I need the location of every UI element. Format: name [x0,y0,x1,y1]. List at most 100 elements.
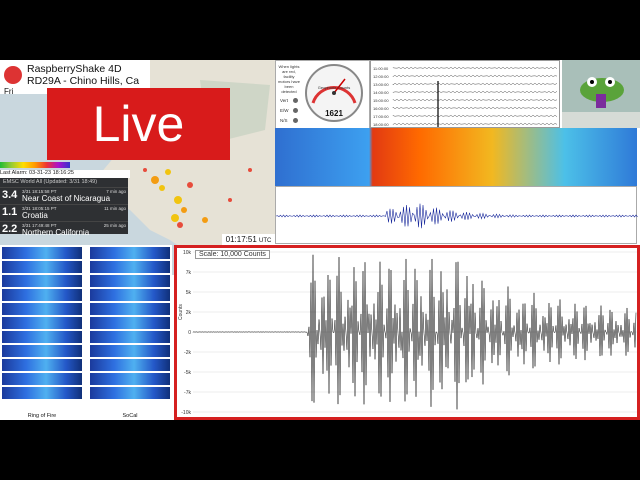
spectrogram-strip [90,331,170,343]
channel-ew-light-icon [293,108,298,113]
spectrogram-strip [2,359,82,371]
station-title: RaspberryShake 4D [27,63,122,75]
ring-of-fire-label: Ring of Fire [27,413,57,419]
quake-item[interactable]: 2.2 3/31 17:49:48 PT Northern California… [0,221,128,238]
spectrogram-strip [90,247,170,259]
helicorder-line [392,90,558,94]
helicorder-time: 14:00:00 [373,90,389,95]
spectrogram-strip [2,317,82,329]
helicorder-time: 12:00:00 [373,74,389,79]
spectrogram-strip [2,289,82,301]
helicorder-time: 16:00:00 [373,106,389,111]
spectrogram-strip [2,331,82,343]
helicorder-time: 11:00:00 [373,66,389,71]
y-tick-label: 10k [183,250,192,256]
spectrogram-panels: Ring of Fire SoCal [0,245,172,420]
clock-zone: UTC [259,238,272,244]
spectrogram-strip [2,275,82,287]
gauge-dial-icon: Geophone Counts 1621 [305,64,363,122]
spectrogram-strip [2,261,82,273]
day-label: Fri [4,87,14,96]
stream-frame: RaspberryShake 4D RD29A - Chino Hills, C… [0,60,640,420]
quake-ago: 25 min ago [103,223,126,228]
quake-list: EMSC World All (Updated: 3/31 18:49) 3.4… [0,178,128,237]
gauge-title: Geophone Counts [318,85,350,90]
station-subtitle: RD29A - Chino Hills, Ca [27,75,140,87]
y-tick-label: -10k [181,410,191,416]
y-tick-label: 0 [188,330,191,336]
spectrogram-strip [2,387,82,399]
quake-place: Croatia [22,211,48,220]
helicorder-line [392,114,558,118]
spectrogram-strip [90,359,170,371]
helicorder-line [392,122,558,126]
spectrogram-strip [90,289,170,301]
motor-note: When lights are red, facility motors hav… [277,64,300,94]
channel-ns-label: N/S [280,118,288,123]
helicorder-line [392,98,558,102]
ring-of-fire-panel [2,245,82,408]
seismogram-line [192,254,637,410]
quake-ago: 7 min ago [106,189,126,194]
quake-place: Northern California [22,228,90,237]
spectrogram-strip [90,275,170,287]
webcam-view [562,60,640,128]
spectrogram-strip [2,303,82,315]
helicorder-line [392,66,558,70]
live-banner: Live [47,88,230,160]
y-tick-label: -2k [184,350,191,356]
spectrogram-strip [90,303,170,315]
channel-vert-light-icon [293,98,298,103]
channel-ns-light-icon [293,118,298,123]
channel-ew-label: E/W [280,108,289,113]
spectrogram-strip [90,373,170,385]
spectrogram-strip [2,345,82,357]
quake-place: Near Coast of Nicaragua [22,194,111,203]
spectrogram-strip [90,387,170,399]
main-spectrogram [275,128,637,186]
y-tick-label: 7k [186,270,192,276]
quake-list-heading: EMSC World All (Updated: 3/31 18:49) [3,179,98,185]
helicorder: 11:00:00 12:00:00 13:00:00 14:00:00 15:00:00… [370,60,560,128]
helicorder-time: 13:00:00 [373,82,389,87]
helicorder-time: 18:00:00 [373,122,389,127]
scale-label: Scale: 10,000 Counts [195,250,270,259]
socal-label: SoCal [122,413,138,419]
spectrogram-strip [90,345,170,357]
magnitude-colorbar [0,162,70,168]
helicorder-line [392,74,558,78]
mini-waveform [275,186,638,244]
helicorder-traces: 11:00:00 12:00:00 13:00:00 14:00:00 15:00:00… [373,66,558,127]
mini-waveform-trace [275,203,638,229]
y-axis-label: Counts [178,304,184,320]
y-tick-label: 2k [186,310,192,316]
helicorder-time: 17:00:00 [373,114,389,119]
spectrogram-strip [2,373,82,385]
y-tick-label: 5k [186,290,192,296]
seismogram-trace: 10k 7k 5k 2k 0 -2k -5k -7k -10k [181,250,637,416]
y-tick-label: -7k [184,390,191,396]
quake-magnitude: 2.2 [2,223,18,235]
mini-waveform-line [275,203,638,229]
mascot-image [562,60,640,128]
helicorder-line [392,82,558,86]
socal-panel [90,245,170,408]
quake-magnitude: 3.4 [2,189,18,201]
spectrogram-strip [90,317,170,329]
channel-vert-label: Vert [280,98,289,103]
utc-clock: 01:17:51 UTC [222,234,275,245]
y-tick-label: -5k [184,370,191,376]
raspberry-shake-logo-icon [4,66,22,84]
quake-item[interactable]: 1.1 3/31 18:05:15 PT Croatia 11 min ago [0,204,128,221]
quake-magnitude: 1.1 [2,206,18,218]
seismogram-panel: 10k 7k 5k 2k 0 -2k -5k -7k -10k Scale: 10,000 Co… [174,245,640,420]
last-alarm: Last Alarm: 03-31-23 18:16:25 [0,170,130,178]
helicorder-line [392,106,558,110]
spectrogram-strip [2,247,82,259]
geophone-gauge: Geophone Counts 1621 [303,63,365,123]
quake-item[interactable]: 3.4 3/31 18:15:58 PT Near Coast of Nicar… [0,187,128,204]
quake-ago: 11 min ago [104,206,126,211]
helicorder-time: 15:00:00 [373,98,389,103]
spectrogram-strip [90,261,170,273]
gauge-value: 1621 [325,109,343,118]
